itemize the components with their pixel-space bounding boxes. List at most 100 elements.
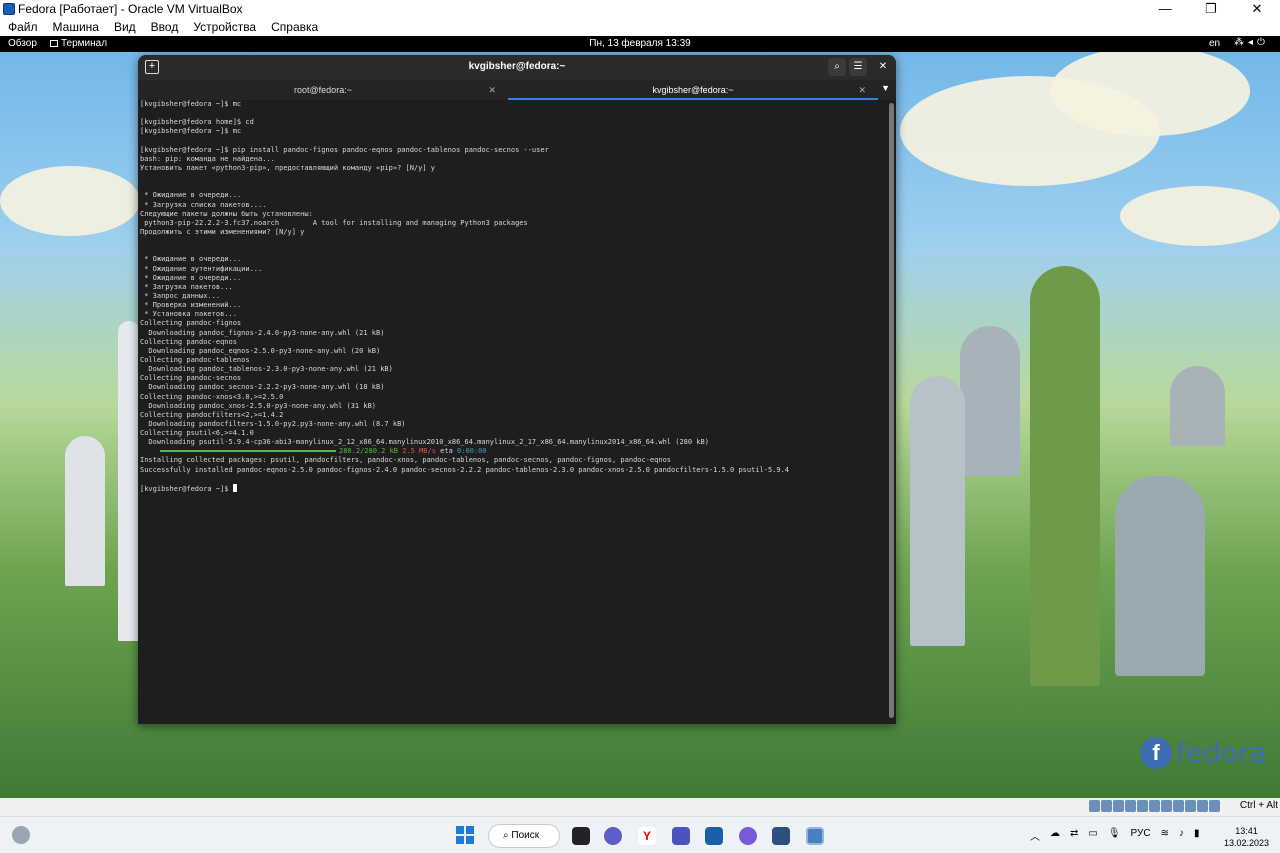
tab-root[interactable]: root@fedora:~ ✕ [138, 80, 508, 100]
battery-icon[interactable]: ▮ [1194, 828, 1200, 843]
usb-icon[interactable]: ▭ [1088, 828, 1097, 843]
copilot-icon[interactable] [739, 827, 757, 845]
network-icon: ⁂ [1234, 37, 1244, 48]
menu-button[interactable]: ☰ [849, 58, 867, 76]
settings-icon[interactable]: ⇄ [1070, 828, 1078, 843]
chevron-up-icon[interactable]: ︿ [1030, 828, 1040, 843]
virtualbox-icon [3, 3, 15, 15]
yandex-browser-icon[interactable]: Y [638, 827, 656, 845]
terminal-scrollbar[interactable] [889, 103, 894, 718]
close-button[interactable]: ✕ [1234, 0, 1280, 18]
host-status-bar: Ctrl + Alt [0, 798, 1280, 816]
menu-help[interactable]: Справка [271, 20, 318, 34]
terminal-line: Collecting pandoc-fignos [140, 319, 242, 328]
onedrive-icon[interactable]: ☁ [1050, 828, 1060, 843]
weather-icon[interactable] [12, 826, 30, 844]
terminal-line: Следующие пакеты должны быть установлены… [140, 209, 313, 218]
fedora-logo: f fedora [1140, 736, 1267, 769]
optical-drive-icon[interactable] [1101, 800, 1112, 812]
tab-list-chevron-icon[interactable]: ▼ [881, 83, 890, 93]
terminal-line: * Ожидание аутентификации... [140, 264, 263, 273]
gnome-clock[interactable]: Пн, 13 февраля 13:39 [0, 38, 1280, 49]
shared-folders-icon[interactable] [1149, 800, 1160, 812]
audio-icon[interactable] [1113, 800, 1124, 812]
status-icons [1089, 800, 1220, 812]
system-tray: ︿ ☁ ⇄ ▭ 🎙 РУС ≋ ♪ ▮ [1030, 828, 1199, 843]
menu-devices[interactable]: Устройства [193, 20, 256, 34]
microphone-icon[interactable]: 🎙 [1108, 828, 1121, 843]
taskbar-clock[interactable]: 13:41 13.02.2023 [1224, 825, 1269, 849]
search-label: Поиск [511, 830, 540, 841]
terminal-line: Установить пакет «python3-pip», предоста… [140, 163, 436, 172]
progress-eta: 0:00:00 [457, 447, 487, 456]
minimize-button[interactable]: — [1142, 0, 1188, 18]
menu-machine[interactable]: Машина [53, 20, 99, 34]
terminal-window[interactable]: + kvgibsher@fedora:~ ⌕ ☰ ✕ root@fedora:~… [138, 55, 896, 724]
keyboard-layout-indicator[interactable]: en [1209, 38, 1220, 49]
host-title-bar: Fedora [Работает] - Oracle VM VirtualBox… [0, 0, 1280, 18]
taskbar-date: 13.02.2023 [1224, 838, 1270, 848]
volume-icon[interactable]: ♪ [1179, 828, 1184, 843]
chat-icon[interactable] [604, 827, 622, 845]
wallpaper-tower [1030, 266, 1100, 686]
prompt: [kvgibsher@fedora ~]$ [140, 484, 233, 493]
tab-label: kvgibsher@fedora:~ [652, 85, 734, 95]
menu-view[interactable]: Вид [114, 20, 136, 34]
terminal-line: Downloading pandocfilters-1.5.0-py2.py3-… [140, 419, 406, 428]
virtualbox-vm-icon[interactable] [806, 827, 824, 845]
system-menu[interactable]: ⁂ ◂ ⏻ [1234, 37, 1265, 48]
terminal-title: kvgibsher@fedora:~ [468, 61, 566, 72]
keyboard-capture-icon[interactable] [1209, 800, 1220, 812]
terminal-line: * Установка пакетов... [140, 310, 237, 319]
start-button[interactable] [456, 826, 474, 844]
search-button[interactable]: ⌕ [828, 58, 846, 76]
cpu-icon[interactable] [1185, 800, 1196, 812]
terminal-line: Collecting pandoc-eqnos [140, 337, 237, 346]
terminal-line: * Загрузка списка пакетов.... [140, 200, 267, 209]
tab-close-icon[interactable]: ✕ [488, 80, 496, 100]
terminal-line: * Запрос данных... [140, 291, 221, 300]
input-language[interactable]: РУС [1131, 828, 1151, 843]
store-icon[interactable] [705, 827, 723, 845]
wallpaper-tower [910, 376, 965, 646]
wallpaper-tower [118, 321, 140, 641]
menu-input[interactable]: Ввод [151, 20, 179, 34]
hard-disk-icon[interactable] [1089, 800, 1100, 812]
close-terminal-button[interactable]: ✕ [874, 58, 892, 76]
terminal-line: Collecting psutil<6,>=4.1.0 [140, 429, 254, 438]
network-icon[interactable] [1125, 800, 1136, 812]
progress-eta-label: eta [440, 447, 453, 456]
taskbar-search[interactable]: ⌕ Поиск [488, 824, 560, 848]
usb-icon[interactable] [1137, 800, 1148, 812]
wallpaper-tower [1115, 476, 1205, 676]
gnome-top-bar: Обзор Терминал Пн, 13 февраля 13:39 en ⁂… [0, 36, 1280, 52]
wifi-icon[interactable]: ≋ [1161, 828, 1169, 843]
tab-kvgibsher[interactable]: kvgibsher@fedora:~ ✕ [508, 80, 878, 100]
terminal-line: [kvgibsher@fedora home]$ cd [140, 118, 254, 127]
maximize-button[interactable]: ❐ [1188, 0, 1234, 18]
virtualbox-app-icon[interactable] [772, 827, 790, 845]
terminal-line: * Загрузка пакетов... [140, 282, 233, 291]
terminal-line: Downloading pandoc_fignos-2.4.0-py3-none… [140, 328, 385, 337]
fedora-logo-text: fedora [1176, 736, 1267, 769]
wallpaper-tower [1170, 366, 1225, 446]
taskbar-time: 13:41 [1235, 826, 1258, 836]
recording-icon[interactable] [1173, 800, 1184, 812]
terminal-line: Downloading pandoc_secnos-2.2.2-py3-none… [140, 383, 385, 392]
menu-file[interactable]: Файл [8, 20, 38, 34]
tab-close-icon[interactable]: ✕ [858, 80, 866, 100]
terminal-output[interactable]: [kvgibsher@fedora ~]$ mc [kvgibsher@fedor… [140, 100, 886, 720]
mouse-integration-icon[interactable] [1197, 800, 1208, 812]
tab-label: root@fedora:~ [294, 85, 352, 95]
display-icon[interactable] [1161, 800, 1172, 812]
terminal-line: Downloading pandoc_eqnos-2.5.0-py3-none-… [140, 346, 381, 355]
terminal-line: bash: pip: команда не найдена... [140, 154, 275, 163]
terminal-line: Продолжить с этими изменениями? [N/y] y [140, 227, 305, 236]
taskbar: ⌕ Поиск Y ︿ ☁ ⇄ ▭ 🎙 РУС ≋ ♪ ▮ 13:41 13.0… [0, 816, 1280, 853]
task-view-icon[interactable] [572, 827, 590, 845]
teams-icon[interactable] [672, 827, 690, 845]
